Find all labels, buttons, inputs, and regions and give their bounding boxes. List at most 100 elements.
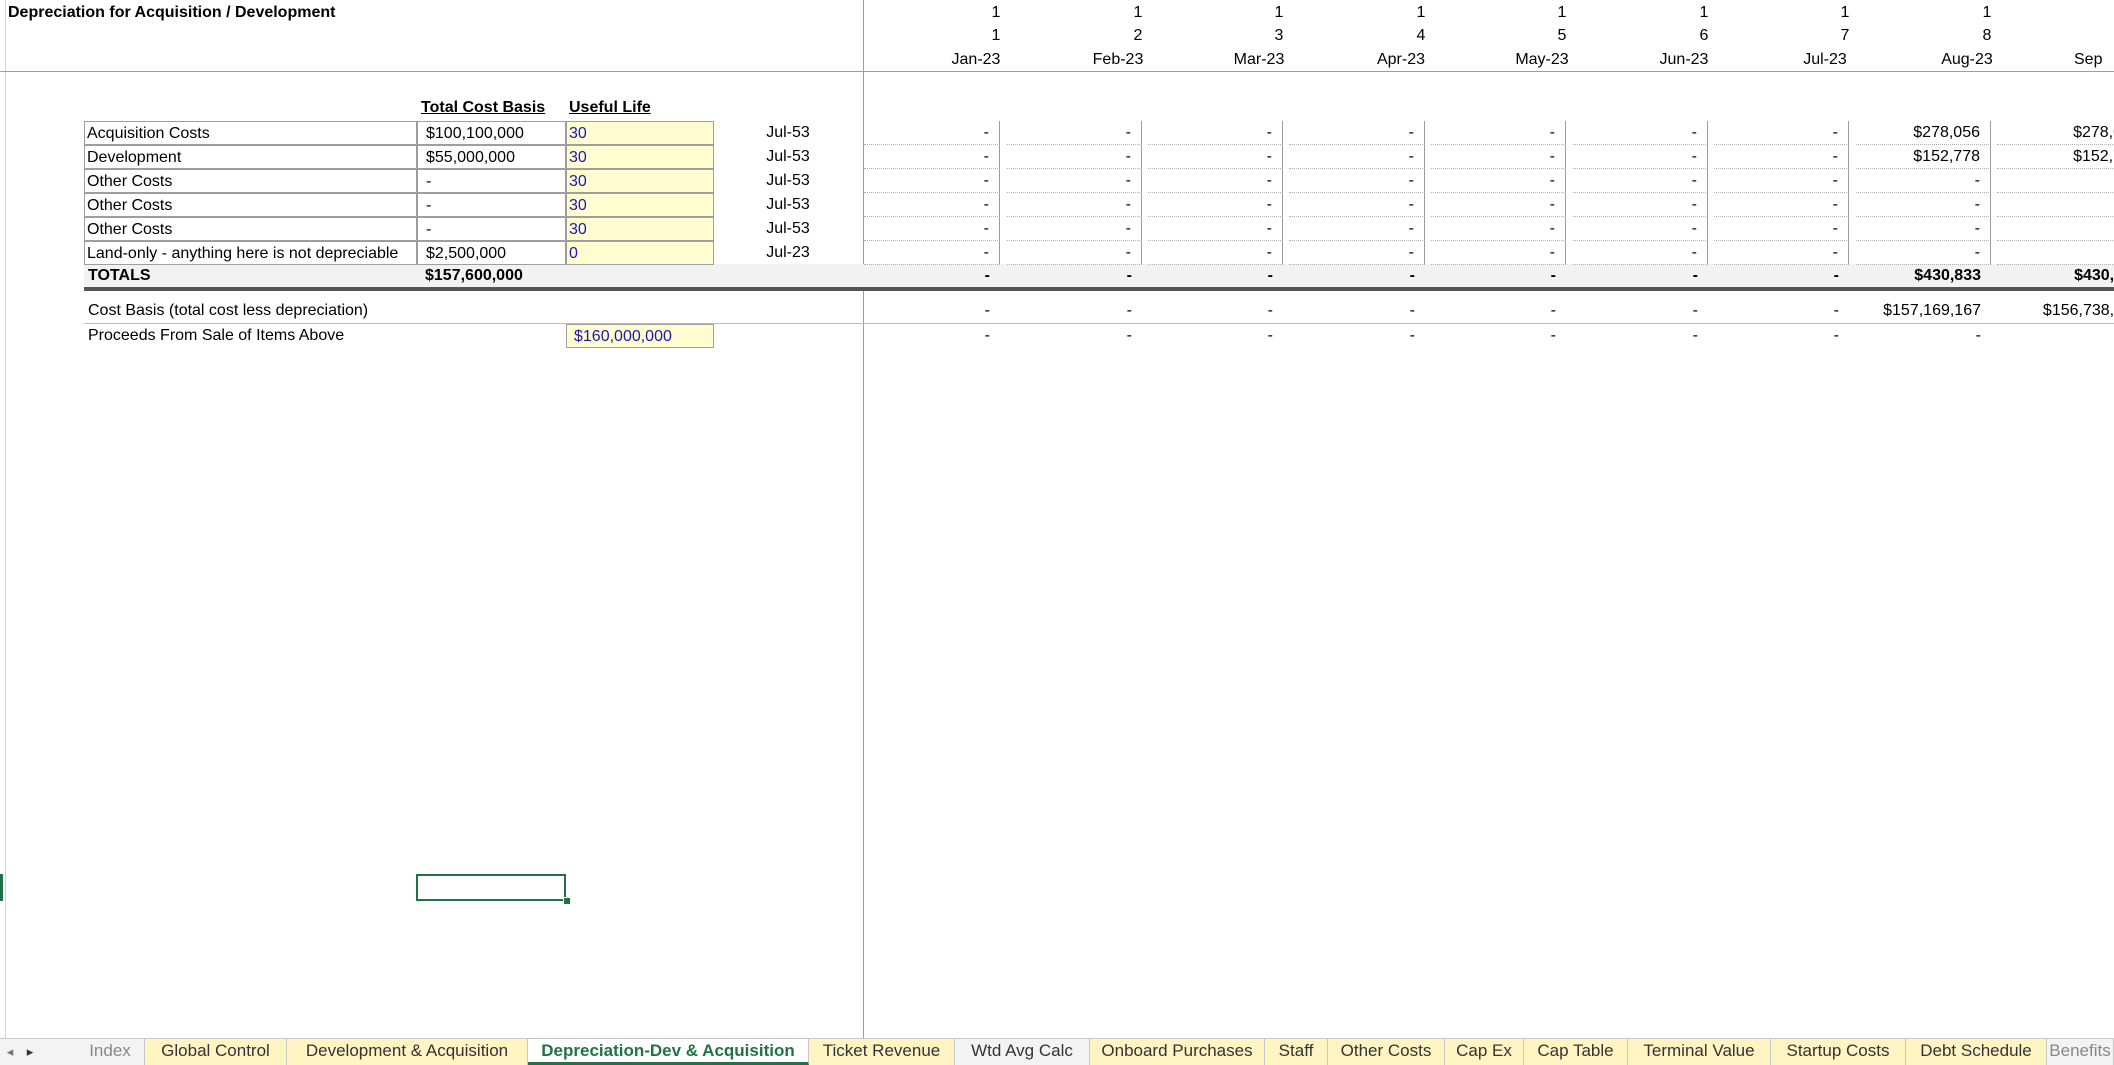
month-value[interactable]: - [1856,193,1991,217]
month-value[interactable]: - [1856,169,1991,193]
row-label[interactable]: Acquisition Costs [84,121,417,145]
month-value[interactable]: - [1573,193,1708,217]
row-end-date[interactable]: Jul-53 [714,169,862,193]
month-value[interactable]: - [1714,193,1849,217]
totals-month-value[interactable]: - [1007,264,1142,288]
month-value[interactable]: - [864,169,1000,193]
month-value[interactable]: - [1431,169,1566,193]
month-value[interactable]: - [1007,169,1142,193]
month-value[interactable]: - [1431,193,1566,217]
month-value[interactable]: - [1289,193,1425,217]
month-value[interactable]: $278,0 [1997,121,2114,145]
month-value[interactable]: $152,778 [1856,145,1991,169]
tab-onboard-purchases[interactable]: Onboard Purchases [1090,1039,1265,1065]
cost-basis-month-value[interactable]: - [1573,299,1708,323]
month-value[interactable]: - [1573,145,1708,169]
month-value[interactable]: - [864,145,1000,169]
row-end-date[interactable]: Jul-23 [714,241,862,265]
proceeds-month-value[interactable]: - [864,324,1000,348]
month-value[interactable]: - [1148,169,1283,193]
month-value[interactable]: - [1148,217,1283,241]
proceeds-month-value[interactable] [1997,324,2114,348]
month-value[interactable]: - [1856,241,1991,265]
proceeds-month-value[interactable]: - [1007,324,1142,348]
tab-cap-ex[interactable]: Cap Ex [1445,1039,1524,1065]
row-useful-life-input[interactable]: 0 [566,241,714,265]
month-value[interactable]: - [1148,241,1283,265]
tab-cap-table[interactable]: Cap Table [1524,1039,1628,1065]
tab-wtd-avg-calc[interactable]: Wtd Avg Calc [955,1039,1090,1065]
cost-basis-month-value[interactable]: - [1431,299,1566,323]
row-useful-life-input[interactable]: 30 [566,193,714,217]
month-value[interactable]: - [1007,193,1142,217]
month-value[interactable]: - [1431,241,1566,265]
row-cost-basis[interactable]: - [417,193,566,217]
month-value[interactable] [1997,193,2114,217]
tab-startup-costs[interactable]: Startup Costs [1771,1039,1906,1065]
month-value[interactable] [1997,241,2114,265]
row-label[interactable]: Other Costs [84,217,417,241]
month-value[interactable]: - [864,217,1000,241]
proceeds-month-value[interactable]: - [1431,324,1566,348]
month-value[interactable]: - [1714,217,1849,241]
month-value[interactable]: - [1856,217,1991,241]
month-value[interactable]: - [1289,145,1425,169]
totals-month-value[interactable]: - [1431,264,1566,288]
proceeds-month-value[interactable]: - [1573,324,1708,348]
row-end-date[interactable]: Jul-53 [714,145,862,169]
totals-month-value[interactable]: - [1148,264,1283,288]
totals-month-value[interactable]: - [864,264,1000,288]
month-value[interactable]: - [1714,241,1849,265]
cost-basis-month-value[interactable]: - [1007,299,1142,323]
row-useful-life-input[interactable]: 30 [566,169,714,193]
month-value[interactable]: - [864,193,1000,217]
month-value[interactable]: - [1148,121,1283,145]
totals-month-value[interactable]: $430,8 [1997,264,2114,288]
spreadsheet-grid[interactable]: Depreciation for Acquisition / Developme… [0,0,2114,1038]
month-value[interactable]: - [1007,145,1142,169]
proceeds-month-value[interactable]: - [1856,324,1991,348]
tab-ticket-revenue[interactable]: Ticket Revenue [809,1039,955,1065]
tab-terminal-value[interactable]: Terminal Value [1628,1039,1771,1065]
row-cost-basis[interactable]: $100,100,000 [417,121,566,145]
row-cost-basis[interactable]: $2,500,000 [417,241,566,265]
cost-basis-month-value[interactable]: - [864,299,1000,323]
month-value[interactable]: - [1007,121,1142,145]
tab-index[interactable]: Index [76,1039,145,1065]
month-value[interactable] [1997,217,2114,241]
selected-cell[interactable] [416,874,566,901]
proceeds-input[interactable]: $160,000,000 [566,324,714,348]
month-value[interactable]: $278,056 [1856,121,1991,145]
row-useful-life-input[interactable]: 30 [566,145,714,169]
totals-month-value[interactable]: - [1573,264,1708,288]
month-value[interactable]: - [1148,193,1283,217]
row-end-date[interactable]: Jul-53 [714,217,862,241]
month-value[interactable]: - [1431,145,1566,169]
fill-handle[interactable] [563,897,571,905]
tab-development-acquisition[interactable]: Development & Acquisition [287,1039,528,1065]
cost-basis-month-value[interactable]: - [1148,299,1283,323]
row-useful-life-input[interactable]: 30 [566,217,714,241]
month-value[interactable]: - [1573,169,1708,193]
chevron-left-icon[interactable]: ◂ [2,1043,18,1061]
month-value[interactable]: - [1007,217,1142,241]
month-value[interactable]: - [1007,241,1142,265]
month-value[interactable]: - [1714,145,1849,169]
tab-benefits[interactable]: Benefits [2047,1039,2114,1065]
month-value[interactable]: - [1714,121,1849,145]
totals-month-value[interactable]: - [1714,264,1849,288]
totals-month-value[interactable]: $430,833 [1856,264,1991,288]
cost-basis-month-value[interactable]: - [1289,299,1425,323]
proceeds-month-value[interactable]: - [1714,324,1849,348]
month-value[interactable] [1997,169,2114,193]
row-cost-basis[interactable]: - [417,169,566,193]
tab-staff[interactable]: Staff [1265,1039,1328,1065]
month-value[interactable]: - [1714,169,1849,193]
month-value[interactable]: - [1573,241,1708,265]
cost-basis-month-value[interactable]: - [1714,299,1849,323]
row-label[interactable]: Other Costs [84,193,417,217]
row-label[interactable]: Land-only - anything here is not depreci… [84,241,417,265]
chevron-right-icon[interactable]: ▸ [22,1043,38,1061]
cost-basis-month-value[interactable]: $157,169,167 [1856,299,1991,323]
row-label[interactable]: Development [84,145,417,169]
